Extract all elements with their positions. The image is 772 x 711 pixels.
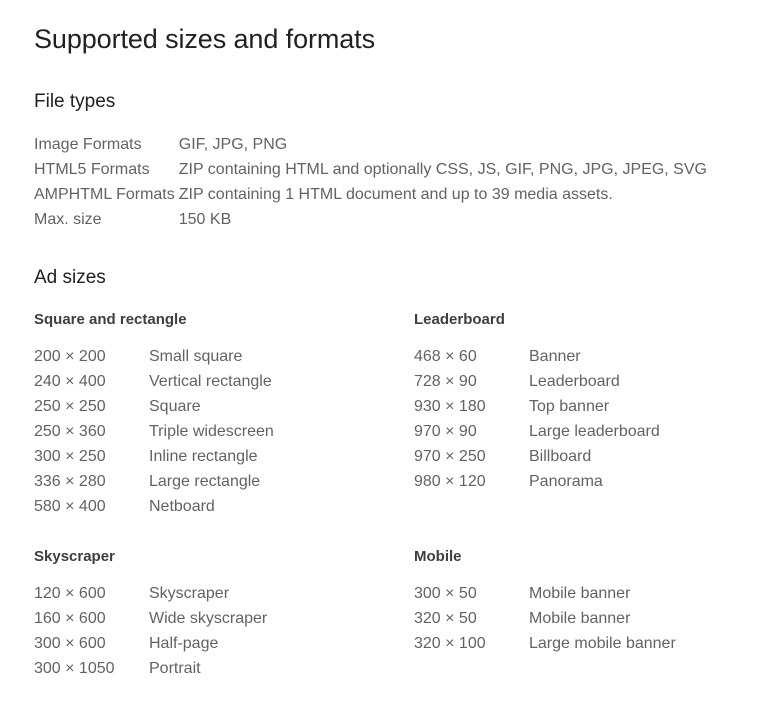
file-type-value: 150 KB (178, 211, 232, 228)
supported-sizes-page: Supported sizes and formats File types I… (0, 0, 772, 711)
size-list: 468 × 60 Banner 728 × 90 Leaderboard 930 ×… (414, 344, 772, 494)
size-group-skyscraper: Skyscraper 120 × 600 Skyscraper 160 × 600… (34, 519, 414, 681)
size-dimension: 728 × 90 (414, 373, 477, 390)
table-row: HTML5 Formats ZIP containing HTML and op… (34, 157, 707, 182)
ad-sizes-grid: Square and rectangle 200 × 200 Small squa… (34, 310, 772, 681)
size-dimension: 300 × 50 (414, 585, 477, 602)
size-dimension: 468 × 60 (414, 348, 477, 365)
group-title: Skyscraper (34, 548, 115, 565)
size-dimension: 120 × 600 (34, 585, 106, 602)
size-list: 300 × 50 Mobile banner 320 × 50 Mobile ban… (414, 581, 772, 656)
list-item: 336 × 280 Large rectangle (34, 469, 414, 494)
list-item: 980 × 120 Panorama (414, 469, 772, 494)
list-item: 240 × 400 Vertical rectangle (34, 369, 414, 394)
size-name: Panorama (529, 473, 603, 490)
size-name: Skyscraper (149, 585, 230, 602)
size-dimension: 250 × 250 (34, 398, 106, 415)
size-group-leaderboard: Leaderboard 468 × 60 Banner 728 × 90 Leade… (414, 310, 772, 519)
file-types-table: Image Formats GIF, JPG, PNG HTML5 Format… (34, 132, 707, 232)
file-type-label: Image Formats (34, 136, 142, 153)
file-type-label: Max. size (34, 211, 102, 228)
list-item: 120 × 600 Skyscraper (34, 581, 414, 606)
table-row: Max. size 150 KB (34, 207, 707, 232)
size-name: Wide skyscraper (149, 610, 268, 627)
size-name: Vertical rectangle (149, 373, 272, 390)
size-dimension: 200 × 200 (34, 348, 106, 365)
list-item: 930 × 180 Top banner (414, 394, 772, 419)
list-item: 580 × 400 Netboard (34, 494, 414, 519)
list-item: 200 × 200 Small square (34, 344, 414, 369)
size-dimension: 300 × 1050 (34, 660, 115, 677)
size-dimension: 970 × 250 (414, 448, 486, 465)
size-name: Mobile banner (529, 585, 631, 602)
list-item: 320 × 100 Large mobile banner (414, 631, 772, 656)
size-dimension: 240 × 400 (34, 373, 106, 390)
table-row: Image Formats GIF, JPG, PNG (34, 132, 707, 157)
size-name: Portrait (149, 660, 201, 677)
file-type-value: ZIP containing HTML and optionally CSS, … (178, 161, 707, 178)
group-title: Mobile (414, 548, 462, 565)
list-item: 300 × 50 Mobile banner (414, 581, 772, 606)
page-title: Supported sizes and formats (34, 24, 375, 54)
size-name: Inline rectangle (149, 448, 258, 465)
size-name: Half-page (149, 635, 219, 652)
size-name: Banner (529, 348, 581, 365)
size-name: Netboard (149, 498, 215, 515)
list-item: 250 × 360 Triple widescreen (34, 419, 414, 444)
size-dimension: 300 × 250 (34, 448, 106, 465)
size-dimension: 980 × 120 (414, 473, 486, 490)
list-item: 300 × 250 Inline rectangle (34, 444, 414, 469)
size-dimension: 336 × 280 (34, 473, 106, 490)
file-types-heading: File types (34, 91, 116, 112)
list-item: 300 × 1050 Portrait (34, 656, 414, 681)
size-name: Large leaderboard (529, 423, 660, 440)
size-dimension: 930 × 180 (414, 398, 486, 415)
size-name: Mobile banner (529, 610, 631, 627)
list-item: 970 × 250 Billboard (414, 444, 772, 469)
size-dimension: 250 × 360 (34, 423, 106, 440)
list-item: 300 × 600 Half-page (34, 631, 414, 656)
size-name: Large mobile banner (529, 635, 676, 652)
file-type-value: GIF, JPG, PNG (178, 136, 288, 153)
size-name: Small square (149, 348, 243, 365)
list-item: 970 × 90 Large leaderboard (414, 419, 772, 444)
size-dimension: 580 × 400 (34, 498, 106, 515)
size-name: Square (149, 398, 201, 415)
size-dimension: 320 × 100 (414, 635, 486, 652)
size-dimension: 970 × 90 (414, 423, 477, 440)
file-types-table-body: Image Formats GIF, JPG, PNG HTML5 Format… (34, 132, 707, 232)
group-title: Square and rectangle (34, 311, 187, 328)
group-title: Leaderboard (414, 311, 505, 328)
size-name: Triple widescreen (149, 423, 274, 440)
size-dimension: 300 × 600 (34, 635, 106, 652)
size-name: Top banner (529, 398, 610, 415)
size-name: Billboard (529, 448, 592, 465)
file-type-label: HTML5 Formats (34, 161, 150, 178)
size-dimension: 160 × 600 (34, 610, 106, 627)
size-dimension: 320 × 50 (414, 610, 477, 627)
list-item: 160 × 600 Wide skyscraper (34, 606, 414, 631)
list-item: 250 × 250 Square (34, 394, 414, 419)
size-name: Leaderboard (529, 373, 620, 390)
size-list: 200 × 200 Small square 240 × 400 Vertical … (34, 344, 414, 519)
size-list: 120 × 600 Skyscraper 160 × 600 Wide skyscr… (34, 581, 414, 681)
size-name: Large rectangle (149, 473, 261, 490)
file-type-label: AMPHTML Formats (34, 186, 175, 203)
ad-sizes-heading: Ad sizes (34, 267, 106, 288)
size-group-mobile: Mobile 300 × 50 Mobile banner 320 × 50 Mob… (414, 519, 772, 681)
table-row: AMPHTML Formats ZIP containing 1 HTML do… (34, 182, 707, 207)
list-item: 728 × 90 Leaderboard (414, 369, 772, 394)
list-item: 468 × 60 Banner (414, 344, 772, 369)
size-group-square-and-rectangle: Square and rectangle 200 × 200 Small squa… (34, 310, 414, 519)
list-item: 320 × 50 Mobile banner (414, 606, 772, 631)
file-type-value: ZIP containing 1 HTML document and up to… (178, 186, 613, 203)
